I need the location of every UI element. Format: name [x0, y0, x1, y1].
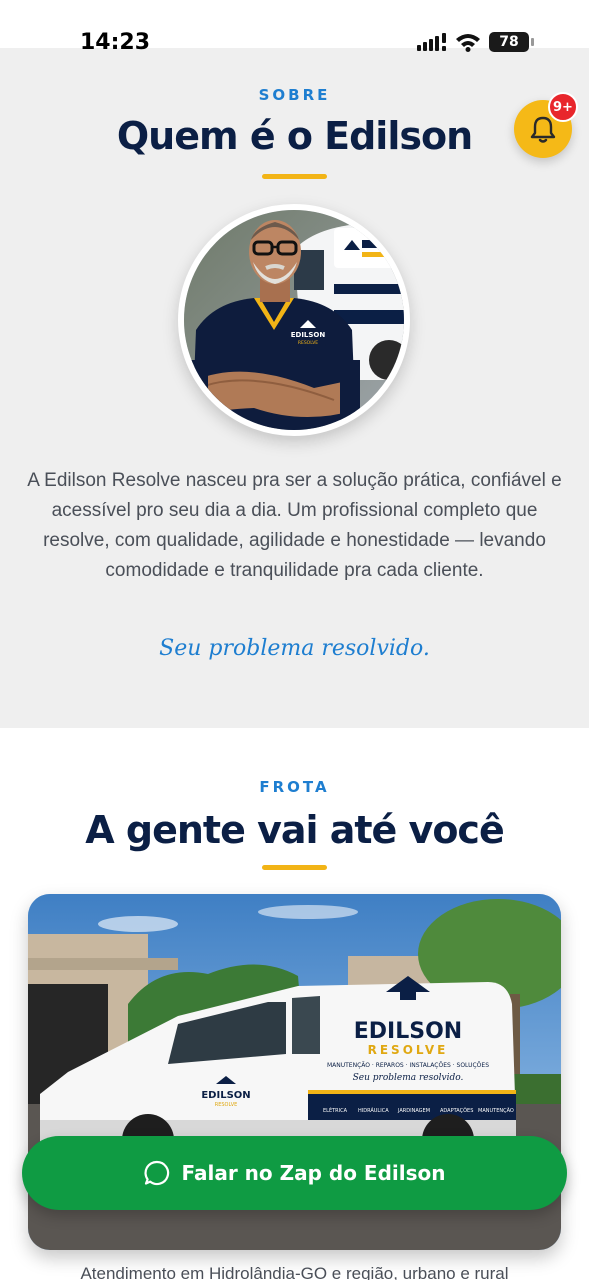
- wifi-icon: [456, 34, 480, 52]
- fleet-title: A gente vai até você: [85, 808, 504, 852]
- battery-indicator: 78: [489, 32, 529, 52]
- about-description: A Edilson Resolve nasceu pra ser a soluç…: [27, 470, 562, 581]
- status-icons: 78: [417, 32, 534, 52]
- edilson-portrait: EDILSON RESOLVE: [178, 204, 410, 436]
- van-tagline: Seu problema resolvido.: [353, 1073, 464, 1083]
- shirt-logo-bottom: RESOLVE: [298, 340, 318, 346]
- bell-icon: [530, 116, 556, 143]
- van-logo-top: EDILSON: [354, 1019, 462, 1044]
- shirt-logo-top: EDILSON: [291, 331, 326, 339]
- notification-bell-button[interactable]: 9+: [514, 92, 578, 158]
- van-tag-5: MANUTENÇÃO: [478, 1107, 514, 1114]
- portrait-illustration: EDILSON RESOLVE: [184, 210, 404, 430]
- cellular-signal-icon: [417, 33, 446, 51]
- notification-count-badge: 9+: [548, 92, 578, 122]
- status-bar: 14:23 78: [0, 0, 589, 55]
- fleet-caption: Atendimento em Hidrolândia-GO e região, …: [80, 1264, 509, 1280]
- battery-tip: [531, 38, 534, 46]
- about-title: Quem é o Edilson: [116, 114, 473, 158]
- about-title-underline: [262, 174, 327, 179]
- door-logo-bottom: RESOLVE: [215, 1102, 238, 1108]
- door-logo-top: EDILSON: [201, 1090, 250, 1101]
- fleet-eyebrow: FROTA: [259, 778, 330, 796]
- whatsapp-cta-button[interactable]: Falar no Zap do Edilson: [22, 1136, 567, 1210]
- van-logo-bottom: RESOLVE: [368, 1043, 449, 1057]
- van-tag-2: HIDRÁULICA: [358, 1107, 389, 1114]
- about-tagline: Seu problema resolvido.: [159, 636, 430, 661]
- status-time: 14:23: [80, 30, 151, 55]
- van-tag-3: JARDINAGEM: [397, 1108, 430, 1114]
- van-tag-1: ELÉTRICA: [323, 1106, 348, 1114]
- whatsapp-cta-label: Falar no Zap do Edilson: [181, 1161, 446, 1185]
- about-eyebrow: SOBRE: [258, 86, 331, 104]
- about-section: SOBRE Quem é o Edilson EDILSON RESOLVE A…: [0, 48, 589, 728]
- van-tag-4: ADAPTAÇÕES: [440, 1107, 473, 1114]
- fleet-title-underline: [262, 865, 327, 870]
- whatsapp-icon: [144, 1160, 169, 1186]
- van-services-line: MANUTENÇÃO · REPAROS · INSTALAÇÕES · SOL…: [327, 1062, 489, 1069]
